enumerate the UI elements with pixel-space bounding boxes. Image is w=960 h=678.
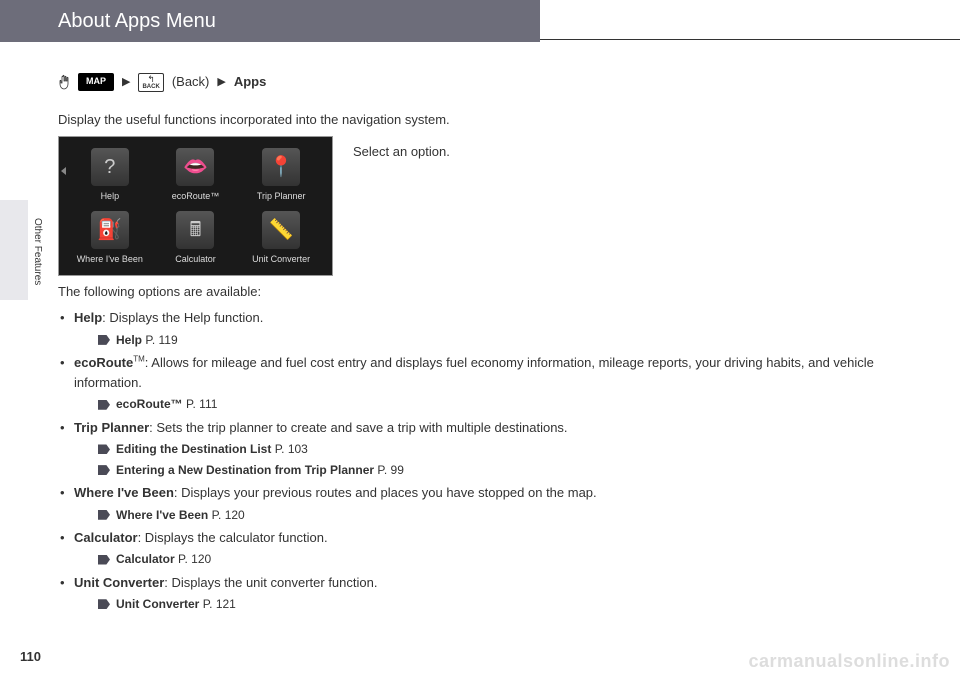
option-help: Help: Displays the Help function. Help P…	[60, 308, 900, 349]
apps-label: Apps	[234, 72, 267, 92]
header-rule	[540, 0, 960, 40]
ref-text: Where I've Been	[116, 508, 208, 522]
option-title: Unit Converter	[74, 575, 164, 590]
option-title: Trip Planner	[74, 420, 149, 435]
option-title: ecoRoute	[74, 355, 133, 370]
options-list: Help: Displays the Help function. Help P…	[58, 308, 900, 613]
ref-page: P. 111	[186, 397, 217, 411]
option-title-sup: TM	[133, 355, 145, 364]
trip-planner-icon: 📍	[262, 148, 300, 186]
option-desc: : Allows for mileage and fuel cost entry…	[74, 355, 874, 390]
page-number: 110	[20, 649, 41, 664]
ref-page: P. 99	[377, 463, 403, 477]
option-title: Calculator	[74, 530, 138, 545]
watermark: carmanualsonline.info	[748, 651, 950, 672]
ref-page: P. 119	[145, 333, 177, 347]
option-desc: : Displays your previous routes and plac…	[174, 485, 597, 500]
ref-link: Entering a New Destination from Trip Pla…	[74, 461, 900, 480]
ref-link: ecoRoute™ P. 111	[74, 395, 900, 414]
option-desc: : Displays the Help function.	[102, 310, 263, 325]
ref-link: Unit Converter P. 121	[74, 595, 900, 614]
ref-link: Help P. 119	[74, 331, 900, 350]
ref-text: Editing the Destination List	[116, 442, 271, 456]
hand-icon	[58, 74, 70, 90]
options-intro: The following options are available:	[58, 282, 900, 302]
back-button-icon: ↰ BACK	[138, 73, 163, 92]
option-desc: : Displays the calculator function.	[138, 530, 328, 545]
option-calculator: Calculator: Displays the calculator func…	[60, 528, 900, 569]
ref-text: ecoRoute™	[116, 397, 183, 411]
breadcrumb: MAP ▶ ↰ BACK (Back) ▶ Apps	[58, 72, 900, 92]
app-calculator: 🖩 Calculator	[155, 208, 237, 267]
ref-arrow-icon	[98, 599, 110, 609]
back-label: (Back)	[172, 72, 210, 92]
ref-arrow-icon	[98, 465, 110, 475]
ref-text: Calculator	[116, 552, 175, 566]
app-label: ecoRoute™	[172, 190, 220, 204]
app-label: Where I've Been	[77, 253, 143, 267]
help-icon: ?	[91, 148, 129, 186]
ref-page: P. 120	[212, 508, 245, 522]
unit-converter-icon: 📏	[262, 211, 300, 249]
back-arrow-icon: ↰	[147, 75, 155, 84]
sidebar-section-label: Other Features	[32, 218, 43, 285]
option-unit-converter: Unit Converter: Displays the unit conver…	[60, 573, 900, 614]
option-desc: : Sets the trip planner to create and sa…	[149, 420, 567, 435]
ref-arrow-icon	[98, 444, 110, 454]
where-ive-been-icon: ⛽	[91, 211, 129, 249]
header-bar: About Apps Menu	[0, 0, 960, 42]
option-desc: : Displays the unit converter function.	[164, 575, 377, 590]
option-where-ive-been: Where I've Been: Displays your previous …	[60, 483, 900, 524]
app-label: Trip Planner	[257, 190, 306, 204]
apps-screenshot: ? Help 👄 ecoRoute™ 📍 Trip Planner ⛽ Wher…	[58, 136, 333, 276]
instruction-text: Select an option.	[353, 136, 450, 162]
ref-text: Unit Converter	[116, 597, 199, 611]
ref-text: Help	[116, 333, 142, 347]
app-help: ? Help	[69, 145, 151, 204]
ref-page: P. 121	[203, 597, 236, 611]
app-label: Help	[101, 190, 120, 204]
app-ecoroute: 👄 ecoRoute™	[155, 145, 237, 204]
ref-arrow-icon	[98, 335, 110, 345]
option-trip-planner: Trip Planner: Sets the trip planner to c…	[60, 418, 900, 479]
breadcrumb-arrow-icon: ▶	[217, 74, 225, 91]
ref-page: P. 103	[275, 442, 308, 456]
back-button-text: BACK	[142, 84, 159, 90]
ref-page: P. 120	[178, 552, 211, 566]
screenshot-row: ? Help 👄 ecoRoute™ 📍 Trip Planner ⛽ Wher…	[58, 136, 900, 276]
calculator-icon: 🖩	[176, 211, 214, 249]
app-trip-planner: 📍 Trip Planner	[240, 145, 322, 204]
intro-text: Display the useful functions incorporate…	[58, 110, 900, 130]
ref-link: Calculator P. 120	[74, 550, 900, 569]
option-title: Help	[74, 310, 102, 325]
app-label: Calculator	[175, 253, 216, 267]
ref-link: Editing the Destination List P. 103	[74, 440, 900, 459]
page-title: About Apps Menu	[0, 0, 540, 42]
ref-arrow-icon	[98, 555, 110, 565]
ref-arrow-icon	[98, 400, 110, 410]
ref-link: Where I've Been P. 120	[74, 506, 900, 525]
ref-arrow-icon	[98, 510, 110, 520]
breadcrumb-arrow-icon: ▶	[122, 74, 130, 91]
ecoroute-icon: 👄	[176, 148, 214, 186]
app-label: Unit Converter	[252, 253, 310, 267]
app-where-ive-been: ⛽ Where I've Been	[69, 208, 151, 267]
sidebar-tab	[0, 200, 28, 300]
option-title: Where I've Been	[74, 485, 174, 500]
option-ecoroute: ecoRouteTM: Allows for mileage and fuel …	[60, 353, 900, 414]
app-unit-converter: 📏 Unit Converter	[240, 208, 322, 267]
map-button-icon: MAP	[78, 73, 114, 91]
content-area: MAP ▶ ↰ BACK (Back) ▶ Apps Display the u…	[0, 42, 960, 614]
ref-text: Entering a New Destination from Trip Pla…	[116, 463, 374, 477]
